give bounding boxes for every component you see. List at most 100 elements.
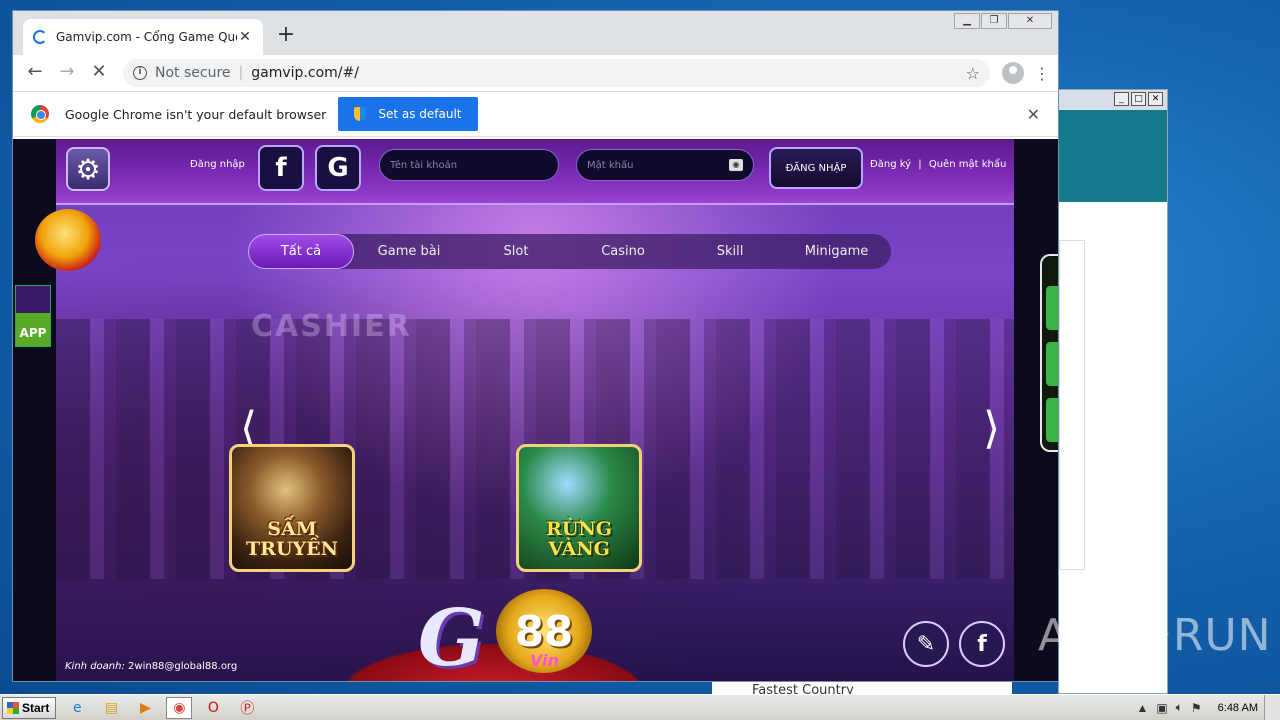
profile-avatar-icon[interactable] [1002,62,1024,84]
set-as-default-button[interactable]: Set as default [338,97,478,131]
logo-suffix: Vin [530,651,559,670]
edit-icon[interactable]: ✎ [903,621,949,667]
background-window: _ □ ✕ [1058,89,1168,694]
tab-card-games[interactable]: Game bài [354,234,464,269]
file-explorer-icon[interactable]: ▤ [98,697,124,719]
contact-email[interactable]: 2win88@global88.org [128,661,237,672]
game-card-title: SẤM TRUYỀN [246,519,338,559]
tab-skill[interactable]: Skill [678,234,782,269]
infobar-close-icon[interactable]: ✕ [1027,105,1040,124]
url-text[interactable]: gamvip.com/#/ [251,65,965,81]
game-card-sam-truyen[interactable]: SẤM TRUYỀN [229,444,355,572]
window-controls: ▁ ❐ ✕ [954,13,1052,29]
close-window-button[interactable]: ✕ [1008,13,1052,29]
anyrun-watermark: ANY RUN [1038,610,1272,661]
browser-tab[interactable]: Gamvip.com - Cổng Game Quốc Tế ✕ [23,19,263,55]
forgot-password-link[interactable]: Quên mật khẩu [929,159,1006,170]
windows-flag-icon [7,701,19,714]
forward-button[interactable]: → [55,61,79,85]
play-icon [1134,612,1169,656]
watermark-right: RUN [1172,610,1272,661]
close-icon[interactable]: ✕ [1148,92,1163,106]
password-input[interactable] [587,159,729,171]
app-label: APP [19,326,47,340]
bookmark-star-icon[interactable]: ☆ [966,64,980,83]
side-panel-handle[interactable] [1040,254,1058,452]
logo-letter: G [418,593,485,681]
business-contact: Kinh doanh: 2win88@global88.org [65,661,237,672]
side-panel-tab[interactable] [1046,286,1058,330]
set-as-default-label: Set as default [378,107,462,121]
tab-minigame[interactable]: Minigame [782,234,891,269]
tab-all[interactable]: Tất cả [248,234,354,269]
security-indicator: Not secure [155,65,231,81]
tab-casino[interactable]: Casino [568,234,678,269]
chrome-taskbar-icon[interactable]: ◉ [166,696,193,719]
category-tabs: Tất cả Game bài Slot Casino Skill Miniga… [248,234,891,269]
settings-gear-icon[interactable]: ⚙ [66,147,110,191]
taskbar: Start e ▤ ▶ ◉ O Ⓟ ▲ ▣ 🔈︎ ⚑ 6:48 AM [0,694,1280,720]
login-button[interactable]: ĐĂNG NHẬP [769,147,863,189]
show-desktop-button[interactable] [1264,694,1280,720]
username-field[interactable] [379,149,559,181]
google-login-button[interactable]: G [315,145,361,191]
start-label: Start [22,700,50,715]
back-button[interactable]: ← [23,61,47,85]
volume-icon[interactable]: 🔈︎ [1176,700,1183,715]
show-password-icon[interactable]: ◉ [729,159,743,171]
internet-explorer-icon[interactable]: e [64,697,90,719]
game-top-bar: ⚙ Đăng nhập f G ◉ ĐĂNG NHẬP Đăng ký | Qu… [56,139,1014,205]
tab-strip: Gamvip.com - Cổng Game Quốc Tế ✕ + ▁ ❐ ✕ [13,11,1058,55]
password-field[interactable]: ◉ [576,149,754,181]
next-arrow-icon[interactable]: ⟩ [983,403,1000,454]
game-card-title: RỪNG VÀNG [546,519,612,559]
chrome-logo-icon [31,105,49,123]
tab-close-icon[interactable]: ✕ [237,29,253,45]
game-title-line2: TRUYỀN [246,538,338,560]
game-card-rung-vang[interactable]: RỪNG VÀNG [516,444,642,572]
background-window-titlebar: _ □ ✕ [1059,90,1167,110]
background-window-strip: Fastest Country [712,682,1012,694]
watermark-left: ANY [1038,610,1131,661]
stop-loading-button[interactable]: ✕ [87,61,111,85]
restore-button[interactable]: ❐ [981,13,1007,29]
uac-shield-icon [354,107,367,121]
infobar-message: Google Chrome isn't your default browser [65,106,327,122]
info-icon[interactable]: i [133,66,147,80]
facebook-icon[interactable]: f [959,621,1005,667]
minimize-button[interactable]: ▁ [954,13,980,29]
opera-icon[interactable]: O [200,697,226,719]
address-bar[interactable]: i Not secure | gamvip.com/#/ ☆ [123,59,990,87]
register-link[interactable]: Đăng ký [870,159,911,170]
login-label: Đăng nhập [190,159,245,170]
maximize-icon[interactable]: □ [1131,92,1146,106]
media-player-icon[interactable]: ▶ [132,697,158,719]
minimize-icon[interactable]: _ [1114,92,1129,106]
game-title-line1: SẤM [267,518,317,540]
tab-title: Gamvip.com - Cổng Game Quốc Tế [56,30,237,44]
app-download-button[interactable]: APP [15,285,51,347]
account-links: Đăng ký | Quên mật khẩu [870,159,1006,170]
network-icon[interactable]: ▣ [1156,701,1167,715]
start-button[interactable]: Start [2,696,57,719]
browser-toolbar: ← → ✕ i Not secure | gamvip.com/#/ ☆ ⋮ [13,55,1058,91]
side-panel-tab[interactable] [1046,342,1058,386]
app-p-icon[interactable]: Ⓟ [234,697,260,719]
system-tray: ▲ ▣ 🔈︎ ⚑ 6:48 AM [1130,700,1264,715]
action-center-flag-icon[interactable]: ⚑ [1191,701,1202,715]
trophy-icon[interactable] [35,209,101,271]
tab-slot[interactable]: Slot [464,234,568,269]
contact-label: Kinh doanh: [65,661,125,672]
side-panel-tab[interactable] [1046,398,1058,442]
link-separator: | [918,159,922,170]
game-title-line1: RỪNG [546,518,612,540]
omnibox-divider: | [238,65,244,81]
new-tab-button[interactable]: + [275,24,297,47]
clock[interactable]: 6:48 AM [1218,702,1258,714]
cashier-sign: CASHIER [251,309,412,344]
chrome-window: Gamvip.com - Cổng Game Quốc Tế ✕ + ▁ ❐ ✕… [12,10,1059,682]
facebook-login-button[interactable]: f [258,145,304,191]
chrome-menu-icon[interactable]: ⋮ [1034,64,1050,83]
username-input[interactable] [390,159,548,171]
tray-expand-icon[interactable]: ▲ [1136,701,1148,715]
